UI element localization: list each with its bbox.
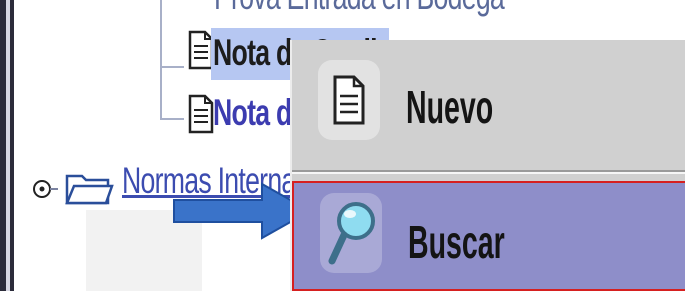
menu-item-label: Buscar: [408, 216, 505, 268]
tree-expander-icon[interactable]: [32, 176, 58, 202]
tree-connector: [160, 0, 162, 120]
context-menu: Nuevo Buscar: [290, 40, 685, 291]
tree-connector: [160, 66, 184, 68]
tree-item-partial-label: Prova Entrada en Bodega: [214, 0, 505, 18]
document-icon: [333, 75, 365, 125]
folder-icon: [65, 174, 114, 205]
left-panel-border: [0, 0, 14, 291]
menu-separator: [292, 172, 685, 174]
menu-item-label: Nuevo: [406, 81, 494, 133]
menu-icon-frame: [320, 193, 382, 273]
menu-item-buscar[interactable]: Buscar: [292, 181, 685, 291]
document-icon: [188, 94, 214, 134]
menu-item-nuevo[interactable]: Nuevo: [292, 40, 685, 162]
magnifier-icon: [328, 202, 375, 265]
menu-icon-frame: [318, 60, 380, 140]
tree-connector: [160, 118, 184, 120]
